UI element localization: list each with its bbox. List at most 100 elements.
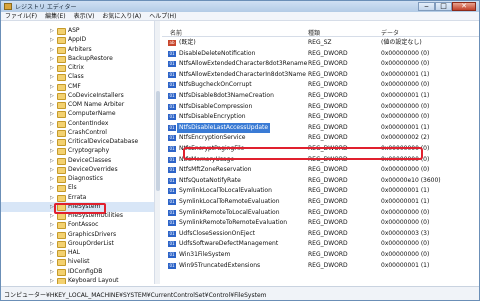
value-data: 0x00000000 (0) [381,49,430,57]
value-row[interactable]: 01 Win95TruncatedExtensions REG_DWORD 0x000… [162,261,479,271]
value-name: NtfsMftZoneReservation [179,166,252,174]
value-row[interactable]: 01 NtfsDisableEncryption REG_DWORD 0x000000… [162,112,479,122]
value-row[interactable]: 01 NtfsMftZoneReservation REG_DWORD 0x00000… [162,165,479,175]
value-type: REG_DWORD [308,113,348,121]
value-name: UdfsCloseSessionOnEject [179,229,256,237]
column-data-header[interactable]: データ [381,28,399,37]
value-data: 0x00000001 (1) [381,92,430,99]
value-data: 0x00000000 (0) [381,81,430,89]
value-data: 0x00000000 (0) [381,219,430,227]
dword-value-icon: 01 [168,146,176,152]
status-bar: コンピューター¥HKEY_LOCAL_MACHINE¥SYSTEM¥Curren… [1,286,479,300]
value-name: NtfsDisableLastAccessUpdate [177,122,271,133]
value-row[interactable]: 01 NtfsAllowExtendedCharacter8dot3Rename R… [162,59,479,69]
value-row[interactable]: 01 UdfsSoftwareDefectManagement REG_DWORD 0… [162,239,479,249]
menu-favorites[interactable]: お気に入り(A) [98,12,145,20]
value-row[interactable]: 01 SymlinkRemoteToRemoteEvaluation REG_DWO… [162,218,479,228]
value-type: REG_DWORD [308,60,348,68]
dword-value-icon: 01 [168,188,176,195]
value-type: REG_DWORD [308,70,348,78]
folder-icon [57,102,66,109]
value-data: 0x00000001 (1) [381,123,430,131]
minimize-button[interactable]: ‒ [418,2,435,11]
folder-icon [57,222,66,230]
dword-value-icon: 01 [168,241,176,248]
window-title: レジストリ エディター [15,4,77,11]
column-type-header[interactable]: 種類 [308,28,320,37]
value-data: 0x00000001 (1) [381,70,430,78]
folder-icon [57,259,66,267]
dword-value-icon: 01 [168,93,176,99]
value-type: REG_SZ [308,39,332,46]
dword-value-icon: 01 [168,82,176,89]
menu-edit[interactable]: 編集(E) [41,12,69,20]
value-data: 0x00000000 (0) [381,240,430,248]
value-type: REG_DWORD [308,240,348,248]
value-type: REG_DWORD [308,176,348,184]
value-name: Win31FileSystem [179,251,231,258]
dword-value-icon: 01 [168,199,176,205]
folder-icon [57,185,66,193]
regedit-app-icon [4,3,12,10]
tree-scrollbar-thumb[interactable] [156,91,160,191]
value-row[interactable]: 01 NtfsAllowExtendedCharacterIn8dot3Name R… [162,70,479,80]
value-row[interactable]: 01 NtfsBugcheckOnCorrupt REG_DWORD 0x000000… [162,80,479,90]
value-row[interactable]: 01 NtfsQuotaNotifyRate REG_DWORD 0x00000e10… [162,176,479,186]
value-row[interactable]: 01 SymlinkLocalToLocalEvaluation REG_DWORD… [162,186,479,196]
value-data: 0x00000001 (1) [381,261,430,269]
value-type: REG_DWORD [308,251,348,258]
dword-value-icon: 01 [168,252,176,258]
value-row[interactable]: 01 UdfsCloseSessionOnEject REG_DWORD 0x0000… [162,229,479,239]
value-name: NtfsEncryptionService [179,134,246,142]
key-tree-pane[interactable]: ▷ ASP ▷ AppID ▷ Arbiters ▷ BackupRestore ▷ Citrix… [1,21,160,284]
value-data: 0x00000000 (0) [381,113,430,121]
menu-file[interactable]: ファイル(F) [1,12,41,20]
folder-icon [57,55,66,63]
value-row[interactable]: 01 Win31FileSystem REG_DWORD 0x00000000 (0) [162,250,479,260]
value-type: REG_DWORD [308,261,348,269]
value-data: 0x00000000 (0) [381,208,430,216]
value-row[interactable]: 01 NtfsDisable8dot3NameCreation REG_DWORD 0… [162,91,479,101]
dword-value-icon: 01 [168,177,176,184]
value-data: 0x00000001 (1) [381,187,430,195]
dword-value-icon: 01 [168,50,176,57]
value-row[interactable]: 01 NtfsDisableCompression REG_DWORD 0x00000… [162,102,479,112]
value-row[interactable]: 01 NtfsEncryptionService REG_DWORD 0x000000… [162,133,479,143]
dword-value-icon: 01 [168,209,176,216]
menu-view[interactable]: 表示(V) [70,12,99,20]
tree-item[interactable]: ▷ Keyboard Layout [1,276,157,284]
folder-icon [57,139,66,146]
value-row[interactable]: 01 DisableDeleteNotification REG_DWORD 0x00… [162,49,479,59]
folder-icon [57,65,66,72]
value-type: REG_DWORD [308,92,348,99]
value-row[interactable]: 01 NtfsDisableLastAccessUpdate REG_DWORD 0x… [162,122,479,133]
close-button[interactable]: ✕ [452,2,476,11]
folder-icon [57,213,66,220]
value-name: NtfsDisable8dot3NameCreation [179,92,274,99]
column-name-header[interactable]: 名前 [170,28,182,37]
status-path: コンピューター¥HKEY_LOCAL_MACHINE¥SYSTEM¥Curren… [4,292,267,299]
tree-item-label: Keyboard Layout [68,276,119,284]
dword-value-icon: 01 [168,61,176,68]
value-name: NtfsDisableCompression [179,102,253,110]
folder-icon [57,240,66,248]
value-row[interactable]: ab (既定) REG_SZ (値の設定なし) [162,38,479,48]
value-row[interactable]: 01 SymlinkRemoteToLocalEvaluation REG_DWOR… [162,208,479,218]
value-type: REG_DWORD [308,219,348,227]
dword-value-icon: 01 [168,103,176,110]
value-data: 0x00000000 (0) [381,60,430,68]
dword-value-icon: 01 [168,230,176,237]
maximize-button[interactable]: □ [435,2,452,11]
value-data: 0x00000001 (1) [381,198,430,205]
value-data: 0x00000e10 (3600) [381,176,441,184]
value-name: NtfsAllowExtendedCharacter8dot3Rename [179,60,308,68]
title-bar[interactable]: レジストリ エディター ‒ □ ✕ [1,1,479,12]
value-type: REG_DWORD [308,134,348,142]
value-row[interactable]: 01 SymlinkLocalToRemoteEvaluation REG_DWOR… [162,197,479,207]
menu-help[interactable]: ヘルプ(H) [145,12,180,20]
expand-arrow-icon[interactable]: ▷ [50,276,55,284]
value-data: 0x00000002 (2) [381,134,430,142]
value-data: 0x00000000 (0) [381,166,430,174]
tree-scrollbar[interactable] [154,21,160,284]
folder-icon [57,92,66,100]
